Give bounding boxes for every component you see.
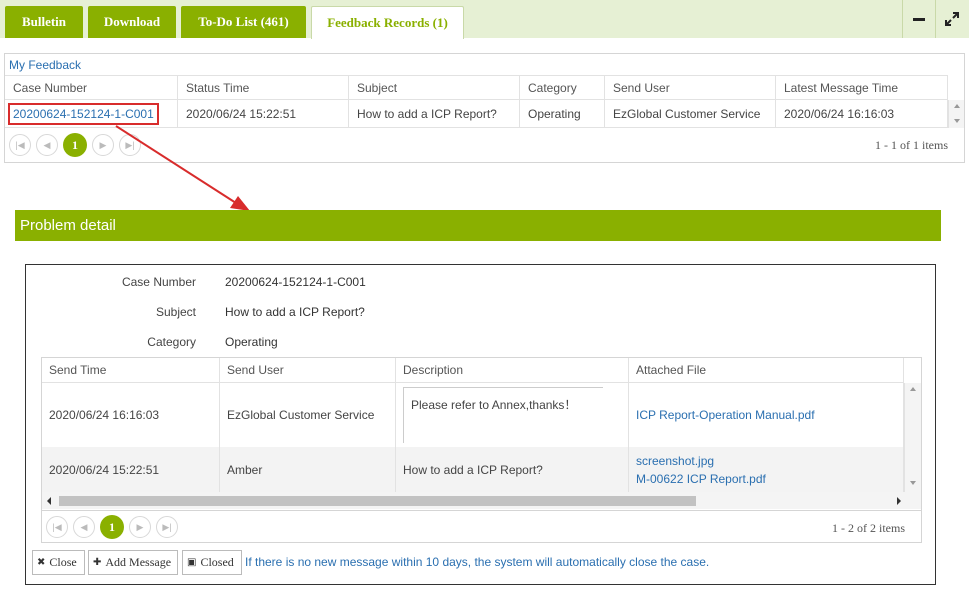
my-feedback-title: My Feedback — [9, 58, 82, 72]
category-value: Operating — [225, 335, 278, 349]
message-vertical-scrollbar[interactable] — [904, 383, 921, 492]
attached-file-cell: ICP Report-Operation Manual.pdf — [629, 383, 904, 447]
tab-todo-list[interactable]: To-Do List (461) — [181, 6, 306, 38]
previous-page-button[interactable]: ◀ — [73, 516, 95, 538]
next-page-icon: ▶ — [136, 521, 144, 532]
send-user-cell: EzGlobal Customer Service — [220, 383, 396, 447]
latest-message-time-cell: 2020/06/24 16:16:03 — [776, 100, 948, 127]
scroll-down-icon[interactable] — [953, 119, 960, 123]
add-message-button[interactable]: ✚ Add Message — [88, 550, 178, 575]
scroll-up-icon[interactable] — [910, 387, 916, 391]
feedback-grid-header: Case Number Status Time Subject Category… — [5, 75, 948, 100]
expand-icon — [944, 12, 959, 26]
tab-bulletin[interactable]: Bulletin — [5, 6, 83, 38]
column-header-subject[interactable]: Subject — [349, 76, 520, 99]
feedback-page-info: 1 - 1 of 1 items — [875, 138, 948, 152]
tab-download[interactable]: Download — [88, 6, 176, 38]
category-label: Category — [147, 335, 196, 349]
scroll-left-icon[interactable] — [47, 497, 51, 505]
last-page-button[interactable]: ▶| — [156, 516, 178, 538]
next-page-button[interactable]: ▶ — [92, 134, 114, 156]
plus-icon: ✚ — [93, 557, 102, 568]
last-page-icon: ▶| — [162, 521, 172, 532]
description-text: Please refer to Annex,thanks！ — [403, 387, 603, 443]
closed-button-label: Closed — [200, 555, 234, 569]
scroll-down-icon[interactable] — [910, 481, 916, 485]
tab-feedback-records[interactable]: Feedback Records (1) — [311, 6, 464, 39]
send-user-cell: EzGlobal Customer Service — [605, 100, 776, 127]
save-icon: ▣ — [187, 557, 197, 568]
first-page-button[interactable]: |◀ — [46, 516, 68, 538]
send-time-cell: 2020/06/24 16:16:03 — [42, 383, 220, 447]
send-time-cell: 2020/06/24 15:22:51 — [42, 447, 220, 492]
problem-detail-panel: Case Number 20200624-152124-1-C001 Subje… — [25, 264, 936, 585]
last-page-button[interactable]: ▶| — [119, 134, 141, 156]
previous-page-icon: ◀ — [43, 139, 51, 150]
current-page-button[interactable]: 1 — [100, 515, 124, 539]
next-page-icon: ▶ — [99, 139, 107, 150]
close-icon: ✖ — [37, 557, 46, 568]
column-header-send-user[interactable]: Send User — [605, 76, 776, 99]
status-time-cell: 2020/06/24 15:22:51 — [178, 100, 349, 127]
previous-page-icon: ◀ — [80, 521, 88, 532]
case-number-cell: 20200624-152124-1-C001 — [5, 100, 178, 127]
case-number-link[interactable]: 20200624-152124-1-C001 — [8, 102, 159, 125]
problem-detail-header: Problem detail — [15, 210, 941, 241]
first-page-button[interactable]: |◀ — [9, 134, 31, 156]
column-header-category[interactable]: Category — [520, 76, 605, 99]
close-button-label: Close — [49, 555, 77, 569]
send-user-cell: Amber — [220, 447, 396, 492]
message-page-info: 1 - 2 of 2 items — [832, 521, 905, 535]
maximize-button[interactable] — [935, 0, 967, 38]
column-header-send-time[interactable]: Send Time — [42, 358, 220, 382]
minimize-button[interactable] — [902, 0, 934, 38]
previous-page-button[interactable]: ◀ — [36, 134, 58, 156]
scroll-thumb[interactable] — [59, 496, 696, 506]
subject-label: Subject — [155, 305, 196, 319]
add-message-button-label: Add Message — [105, 555, 172, 569]
message-grid: Send Time Send User Description Attached… — [41, 357, 922, 511]
message-pager: |◀ ◀ 1 ▶ ▶| — [46, 515, 178, 539]
attachment-link[interactable]: ICP Report-Operation Manual.pdf — [636, 408, 815, 422]
subject-value: How to add a ICP Report? — [225, 305, 365, 319]
next-page-button[interactable]: ▶ — [129, 516, 151, 538]
tab-bar: Bulletin Download To-Do List (461) Feedb… — [0, 0, 969, 39]
column-header-send-user[interactable]: Send User — [220, 358, 396, 382]
column-header-description[interactable]: Description — [396, 358, 629, 382]
subject-cell: How to add a ICP Report? — [349, 100, 520, 127]
table-row[interactable]: 2020/06/24 16:16:03 EzGlobal Customer Se… — [42, 383, 904, 447]
attachment-link[interactable]: M-00622 ICP Report.pdf — [636, 472, 766, 486]
column-header-status-time[interactable]: Status Time — [178, 76, 349, 99]
message-grid-header: Send Time Send User Description Attached… — [42, 358, 904, 383]
first-page-icon: |◀ — [52, 521, 62, 532]
my-feedback-panel: My Feedback Case Number Status Time Subj… — [4, 53, 965, 163]
last-page-icon: ▶| — [125, 139, 135, 150]
scroll-right-icon[interactable] — [897, 497, 901, 505]
attachment-link[interactable]: screenshot.jpg — [636, 454, 714, 468]
current-page-button[interactable]: 1 — [63, 133, 87, 157]
first-page-icon: |◀ — [15, 139, 25, 150]
description-cell: How to add a ICP Report? — [396, 447, 629, 492]
category-cell: Operating — [520, 100, 605, 127]
table-row[interactable]: 20200624-152124-1-C001 2020/06/24 15:22:… — [5, 100, 948, 128]
scroll-up-icon[interactable] — [953, 104, 960, 108]
closed-button[interactable]: ▣ Closed — [182, 550, 242, 575]
feedback-pager: |◀ ◀ 1 ▶ ▶| — [9, 133, 141, 157]
column-header-case-number[interactable]: Case Number — [5, 76, 178, 99]
feedback-vertical-scrollbar[interactable] — [948, 100, 964, 128]
message-pager-area: |◀ ◀ 1 ▶ ▶| 1 - 2 of 2 items — [41, 511, 922, 543]
close-button[interactable]: ✖ Close — [32, 550, 85, 575]
case-number-label: Case Number — [121, 275, 196, 289]
attached-file-cell: screenshot.jpg M-00622 ICP Report.pdf — [629, 447, 904, 492]
minimize-icon — [912, 17, 925, 21]
case-number-value: 20200624-152124-1-C001 — [225, 275, 366, 289]
auto-close-notice: If there is no new message within 10 day… — [245, 555, 710, 569]
column-header-latest-message-time[interactable]: Latest Message Time — [776, 76, 948, 99]
description-cell: Please refer to Annex,thanks！ — [396, 383, 629, 447]
table-row[interactable]: 2020/06/24 15:22:51 Amber How to add a I… — [42, 447, 904, 492]
message-horizontal-scrollbar[interactable] — [42, 492, 921, 509]
column-header-attached-file[interactable]: Attached File — [629, 358, 904, 382]
